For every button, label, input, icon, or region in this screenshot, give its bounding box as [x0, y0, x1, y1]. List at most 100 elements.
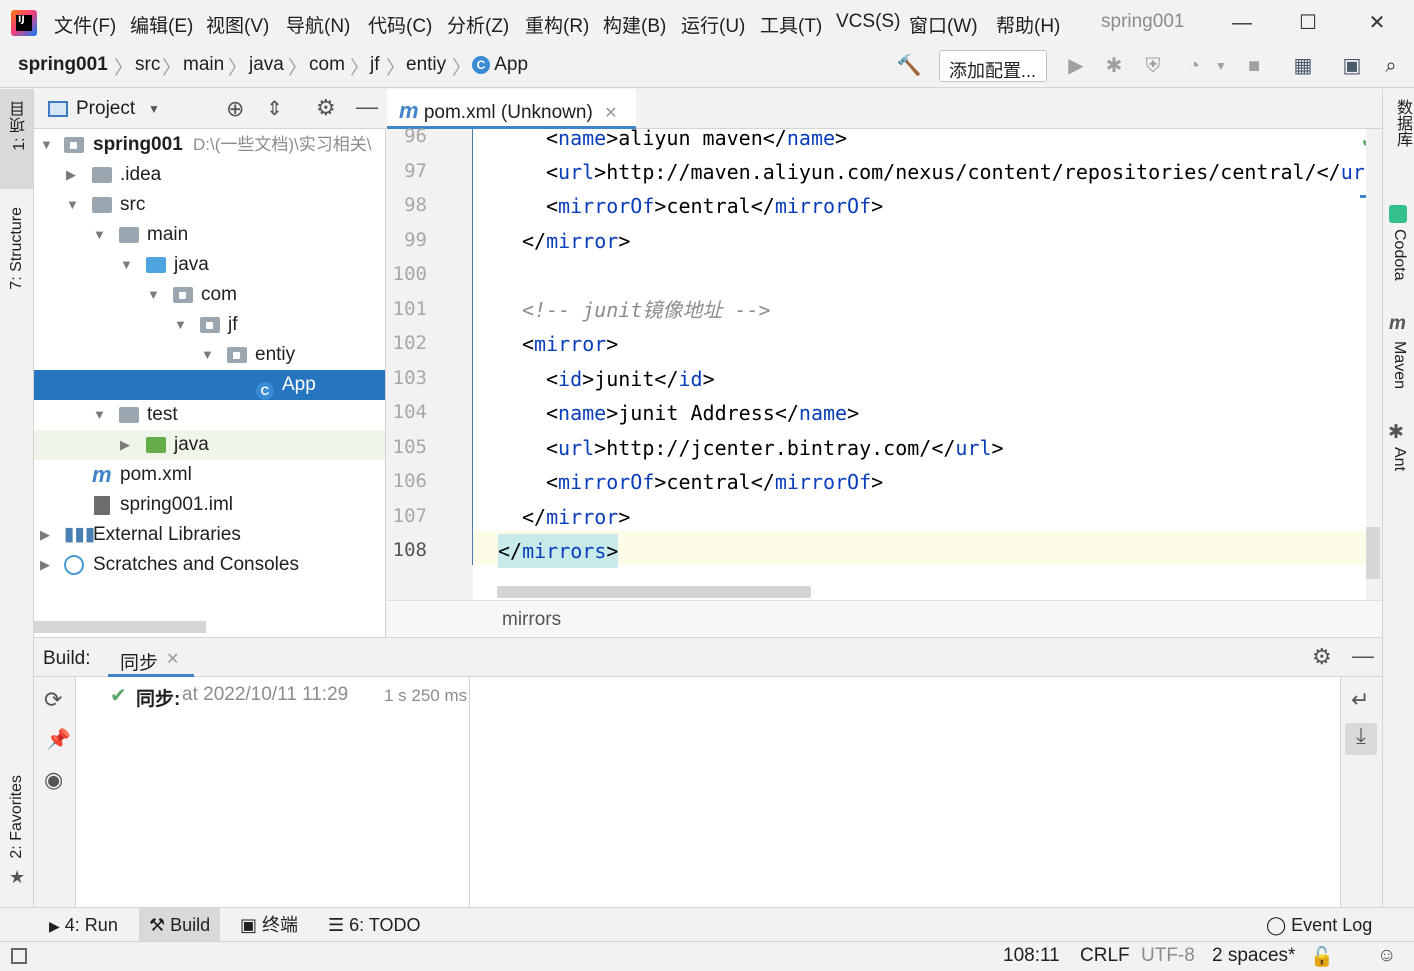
expanded-arrow-icon[interactable]: ▼ [120, 250, 133, 280]
chevron-down-icon[interactable]: ▼ [1208, 53, 1234, 79]
tab-database[interactable]: 数据库 [1390, 99, 1414, 147]
gear-icon[interactable]: ⚙ [1312, 644, 1332, 670]
tree-item-spring001[interactable]: ▼ spring001 D:\(一些文档)\实习相关\ [34, 130, 385, 160]
project-structure-icon[interactable]: ▦ [1290, 53, 1316, 79]
project-view-selector[interactable]: Project [76, 98, 135, 120]
minimize-panel-icon[interactable]: — [1352, 643, 1374, 669]
stop-icon[interactable]: ■ [1241, 53, 1267, 79]
tree-item-com[interactable]: ▼ com [34, 280, 385, 310]
expanded-arrow-icon[interactable]: ▼ [93, 220, 106, 250]
tab-structure[interactable]: 7: Structure [8, 207, 26, 290]
inspector-icon[interactable]: ☺ [1377, 945, 1396, 967]
minimize-button[interactable]: — [1222, 8, 1262, 38]
line-separator[interactable]: CRLF [1080, 945, 1130, 967]
scroll-to-end-icon[interactable]: ⤓ [1345, 723, 1377, 755]
collapsed-arrow-icon[interactable]: ▶ [120, 430, 130, 460]
build-hammer-icon[interactable]: 🔨 [896, 53, 922, 79]
close-tab-icon[interactable]: ✕ [604, 105, 617, 122]
tab-project[interactable]: 1: 项目 [8, 101, 32, 151]
tree-item-test[interactable]: ▼ test [34, 400, 385, 430]
presentation-icon[interactable]: ▣ [1339, 53, 1365, 79]
breadcrumb-mirrors[interactable]: mirrors [502, 609, 561, 631]
tree-item-java-test[interactable]: ▶ java [34, 430, 385, 460]
lock-icon[interactable]: 🔓 [1310, 945, 1334, 969]
menu-edit[interactable]: 编辑(E) [130, 11, 193, 38]
toggle-tool-windows-icon[interactable] [11, 948, 27, 964]
indent-setting[interactable]: 2 spaces* [1212, 945, 1295, 967]
editor-vertical-scrollbar[interactable] [1366, 527, 1380, 579]
tab-codota[interactable]: Codota [1390, 229, 1408, 281]
expanded-arrow-icon[interactable]: ▼ [147, 280, 160, 310]
tab-build[interactable]: ⚒ Build [139, 908, 221, 942]
collapsed-arrow-icon[interactable]: ▶ [40, 520, 50, 550]
menu-help[interactable]: 帮助(H) [996, 11, 1060, 38]
tab-ant[interactable]: Ant [1390, 447, 1408, 471]
breadcrumb-main[interactable]: main [183, 54, 224, 76]
menu-window[interactable]: 窗口(W) [909, 11, 978, 38]
collapse-all-icon[interactable]: ⇕ [266, 96, 283, 121]
breadcrumb-jf[interactable]: jf [370, 54, 380, 76]
run-icon[interactable]: ▶ [1063, 53, 1089, 79]
coverage-icon[interactable]: ⛨ [1140, 53, 1166, 79]
tree-item-external-libraries[interactable]: ▶ ▮▮▮ External Libraries [34, 520, 385, 550]
code-editor[interactable]: <name>aliyun maven</name> <url>http://ma… [473, 129, 1366, 600]
tree-item-pom[interactable]: m pom.xml [34, 460, 385, 490]
menu-vcs[interactable]: VCS(S) [836, 11, 900, 33]
expanded-arrow-icon[interactable]: ▼ [40, 130, 53, 160]
tree-item-entiy[interactable]: ▼ entiy [34, 340, 385, 370]
close-tab-icon[interactable]: ✕ [166, 649, 179, 669]
search-icon[interactable]: ⌕ [1378, 53, 1404, 79]
tab-event-log[interactable]: ◯ Event Log [1256, 908, 1382, 942]
breadcrumb-com[interactable]: com [309, 54, 345, 76]
expanded-arrow-icon[interactable]: ▼ [93, 400, 106, 430]
tree-item-java-main[interactable]: ▼ java [34, 250, 385, 280]
sync-status-label[interactable]: 同步: [136, 684, 180, 711]
minimize-panel-icon[interactable]: — [356, 94, 378, 120]
menu-build[interactable]: 构建(B) [603, 11, 666, 38]
profile-icon[interactable]: ◔ [1181, 53, 1207, 79]
eye-icon[interactable]: ◉ [44, 767, 63, 793]
menu-tools[interactable]: 工具(T) [760, 11, 822, 38]
menu-navigate[interactable]: 导航(N) [286, 11, 350, 38]
expanded-arrow-icon[interactable]: ▼ [201, 340, 214, 370]
maximize-button[interactable]: ☐ [1288, 8, 1328, 38]
breadcrumb-project[interactable]: spring001 [18, 54, 108, 76]
tree-item-app[interactable]: C App [34, 370, 385, 400]
tree-item-scratches[interactable]: ▶ Scratches and Consoles [34, 550, 385, 580]
tab-favorites[interactable]: 2: Favorites [8, 775, 26, 859]
tab-todo[interactable]: ☰ 6: TODO [318, 908, 431, 942]
menu-analyze[interactable]: 分析(Z) [447, 11, 509, 38]
tree-item-main[interactable]: ▼ main [34, 220, 385, 250]
menu-code[interactable]: 代码(C) [368, 11, 432, 38]
horizontal-scrollbar[interactable] [34, 621, 206, 633]
tab-run[interactable]: ▶ 4: Run [39, 908, 128, 942]
editor-horizontal-scrollbar[interactable] [497, 586, 811, 598]
add-configuration-button[interactable]: 添加配置... [939, 50, 1047, 82]
menu-view[interactable]: 视图(V) [206, 11, 269, 38]
menu-run[interactable]: 运行(U) [681, 11, 745, 38]
tab-terminal[interactable]: ▣ 终端 [230, 908, 308, 942]
chevron-down-icon[interactable]: ▼ [148, 102, 160, 116]
tab-pom-xml[interactable]: m pom.xml (Unknown) ✕ [387, 89, 636, 129]
expanded-arrow-icon[interactable]: ▼ [66, 190, 79, 220]
close-button[interactable]: ✕ [1357, 8, 1397, 38]
inspection-ok-icon[interactable]: ✔ [1361, 131, 1366, 152]
tree-item-src[interactable]: ▼ src [34, 190, 385, 220]
file-encoding[interactable]: UTF-8 [1141, 945, 1195, 967]
gear-icon[interactable]: ⚙ [316, 95, 336, 121]
tree-item-idea[interactable]: ▶ .idea [34, 160, 385, 190]
tab-sync[interactable]: 同步 ✕ [108, 638, 194, 677]
collapsed-arrow-icon[interactable]: ▶ [66, 160, 76, 190]
breadcrumb-entiy[interactable]: entiy [406, 54, 446, 76]
tab-maven[interactable]: Maven [1390, 341, 1408, 389]
expanded-arrow-icon[interactable]: ▼ [174, 310, 187, 340]
refresh-icon[interactable]: ⟳ [44, 687, 62, 713]
menu-file[interactable]: 文件(F) [54, 11, 116, 38]
menu-refactor[interactable]: 重构(R) [525, 11, 589, 38]
debug-icon[interactable]: ✱ [1101, 53, 1127, 79]
breadcrumb-java[interactable]: java [249, 54, 284, 76]
soft-wrap-icon[interactable]: ↵ [1351, 687, 1369, 713]
caret-position[interactable]: 108:11 [1003, 945, 1060, 967]
collapsed-arrow-icon[interactable]: ▶ [40, 550, 50, 580]
pin-icon[interactable]: 📌 [46, 727, 71, 752]
